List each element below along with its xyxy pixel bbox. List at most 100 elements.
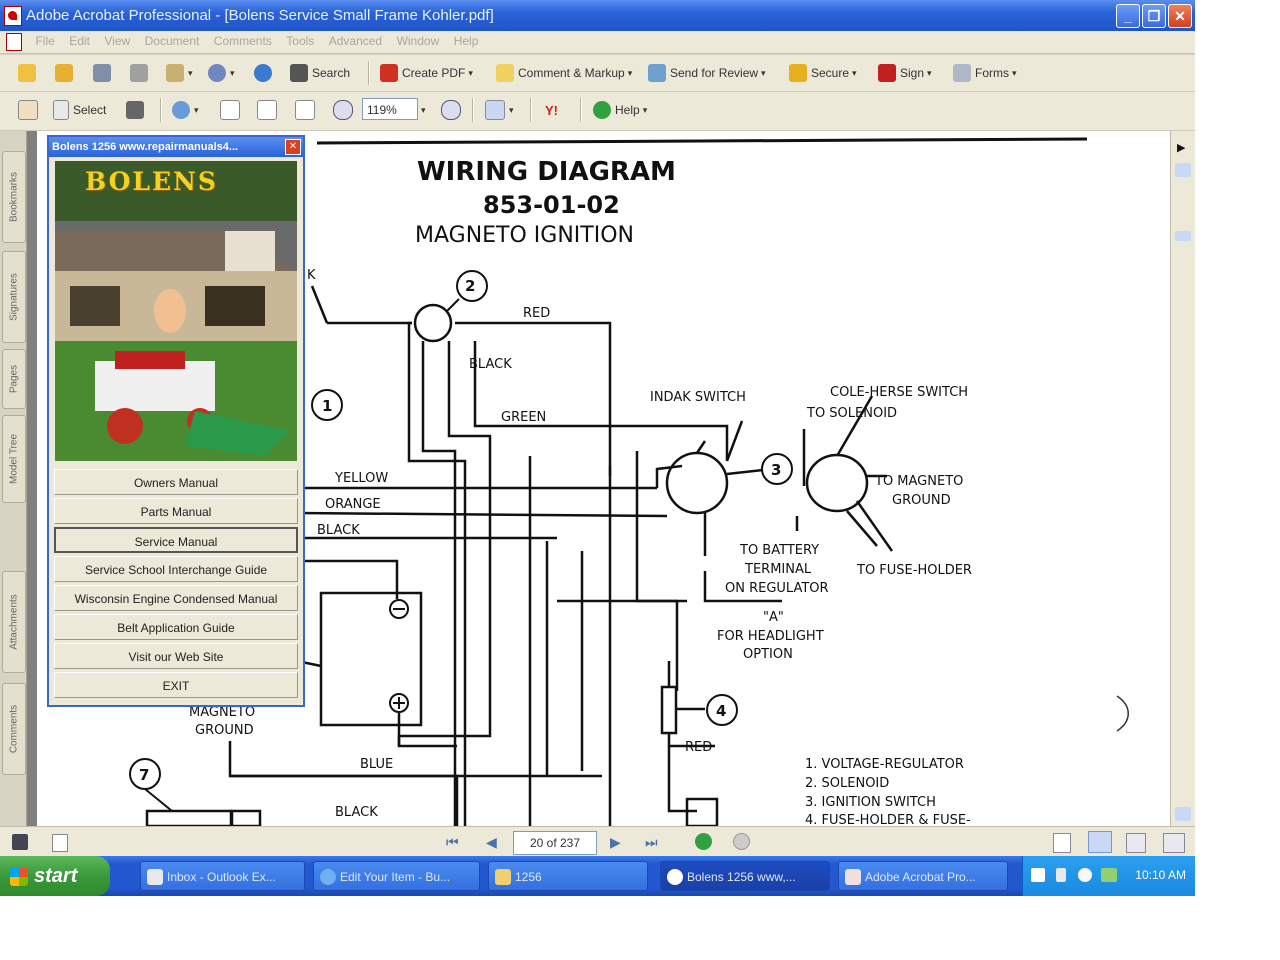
diagram-title: WIRING DIAGRAM [417, 157, 676, 187]
save-button[interactable] [93, 62, 115, 84]
visit-web-site-button[interactable]: Visit our Web Site [54, 643, 298, 669]
zoom-tool-button[interactable]: ▾ [172, 99, 199, 121]
scroll-up-icon[interactable] [1175, 163, 1191, 177]
menu-tools[interactable]: Tools [281, 31, 319, 48]
windows-taskbar: start Inbox - Outlook Ex... Edit Your It… [0, 856, 1195, 896]
wisconsin-engine-manual-button[interactable]: Wisconsin Engine Condensed Manual [54, 585, 298, 611]
scroll-down-icon[interactable] [1175, 807, 1191, 821]
task-bolens[interactable]: Bolens 1256 www,... [660, 861, 830, 891]
search-button[interactable]: Search [290, 62, 350, 84]
internet-explorer-icon [320, 869, 336, 885]
open-button[interactable] [18, 62, 40, 84]
label-option: OPTION [743, 647, 793, 662]
panel-expand-icon[interactable]: ▶ [1177, 141, 1185, 154]
zoom-out-button[interactable] [333, 99, 357, 121]
service-school-guide-button[interactable]: Service School Interchange Guide [54, 556, 298, 582]
zoom-in-button[interactable] [441, 99, 465, 121]
service-manual-button[interactable]: Service Manual [54, 527, 298, 553]
popup-close-button[interactable]: ✕ [285, 139, 301, 155]
task-acrobat[interactable]: Adobe Acrobat Pro... [838, 861, 1008, 891]
minimize-button[interactable]: _ [1116, 4, 1140, 28]
owners-manual-button[interactable]: Owners Manual [54, 469, 298, 495]
page-number-field[interactable]: 20 of 237 [513, 831, 597, 855]
menu-comments[interactable]: Comments [209, 31, 277, 48]
first-page-icon[interactable]: ⏮ [446, 834, 459, 851]
next-page-icon[interactable]: ▶ [610, 834, 621, 851]
last-page-icon[interactable]: ⏭ [645, 834, 658, 851]
legend-item-2: 2. SOLENOID [805, 776, 890, 791]
secure-button[interactable]: Secure ▾ [789, 62, 857, 84]
task-folder-1256[interactable]: 1256 [488, 861, 648, 891]
belt-application-guide-button[interactable]: Belt Application Guide [54, 614, 298, 640]
yahoo-button[interactable]: Y! [545, 99, 558, 121]
help-tray-icon[interactable] [1031, 868, 1045, 882]
previous-page-icon[interactable]: ◀ [486, 834, 497, 851]
tab-bookmarks[interactable]: Bookmarks [2, 151, 26, 243]
tab-model-tree[interactable]: Model Tree [2, 415, 26, 503]
menu-document[interactable]: Document [140, 31, 205, 48]
vertical-scrollbar[interactable]: ▶ [1170, 131, 1195, 826]
facing-icon[interactable] [1126, 833, 1146, 853]
label-red-fuse: RED [685, 740, 713, 755]
select-tool-button[interactable]: Select [53, 99, 106, 121]
parts-manual-button[interactable]: Parts Manual [54, 498, 298, 524]
tab-signatures[interactable]: Signatures [2, 251, 26, 343]
forms-icon [953, 64, 971, 82]
sign-button[interactable]: Sign ▾ [878, 62, 932, 84]
title-bar: Adobe Acrobat Professional - [Bolens Ser… [0, 0, 1195, 31]
network-tray-icon[interactable] [1056, 868, 1066, 882]
zoom-dropdown[interactable]: ▾ [421, 99, 426, 121]
web-button[interactable] [254, 62, 276, 84]
restore-button[interactable]: ❐ [1142, 4, 1166, 28]
close-button[interactable]: ✕ [1168, 4, 1192, 28]
bolens-app-icon [667, 869, 683, 885]
task-outlook[interactable]: Inbox - Outlook Ex... [140, 861, 305, 891]
save-status-icon[interactable] [12, 834, 28, 850]
forms-button[interactable]: Forms ▾ [953, 62, 1017, 84]
continuous-icon[interactable] [1088, 831, 1112, 853]
bolens-logo: BOLENS [85, 167, 218, 196]
page-size-icon[interactable] [52, 834, 68, 852]
menu-help[interactable]: Help [449, 31, 484, 48]
next-view-icon[interactable] [733, 833, 750, 850]
organizer-button[interactable] [55, 62, 77, 84]
rotate-button[interactable]: ▾ [485, 99, 514, 121]
menu-window[interactable]: Window [392, 31, 445, 48]
print-button[interactable] [130, 62, 152, 84]
menu-view[interactable]: View [99, 31, 135, 48]
tab-pages[interactable]: Pages [2, 349, 26, 409]
task-edit-item[interactable]: Edit Your Item - Bu... [313, 861, 480, 891]
continuous-facing-icon[interactable] [1163, 833, 1185, 853]
comment-markup-button[interactable]: Comment & Markup ▾ [496, 62, 632, 84]
attach-button[interactable]: ▾ [208, 62, 235, 84]
scroll-thumb[interactable] [1175, 231, 1191, 241]
zoom-level-field[interactable]: 119% [362, 98, 418, 120]
exit-button[interactable]: EXIT [54, 672, 298, 698]
label-option-a: "A" [763, 610, 784, 625]
menu-advanced[interactable]: Advanced [324, 31, 387, 48]
volume-tray-icon[interactable] [1078, 868, 1092, 882]
hand-tool-button[interactable] [18, 99, 42, 121]
tab-comments[interactable]: Comments [2, 683, 26, 775]
label-black-bottom: BLACK [335, 805, 378, 820]
tab-attachments[interactable]: Attachments [2, 571, 26, 673]
connection-tray-icon[interactable] [1101, 868, 1117, 882]
fit-page-button[interactable] [257, 99, 281, 121]
email-button[interactable]: ▾ [166, 62, 193, 84]
previous-view-icon[interactable] [695, 833, 712, 850]
start-button[interactable]: start [0, 856, 110, 896]
menu-edit[interactable]: Edit [64, 31, 95, 48]
snapshot-button[interactable] [126, 99, 148, 121]
help-button[interactable]: Help ▾ [593, 99, 647, 121]
fit-width-button[interactable] [295, 99, 319, 121]
actual-size-button[interactable] [220, 99, 244, 121]
folder-icon [495, 869, 511, 885]
send-review-button[interactable]: Send for Review ▾ [648, 62, 766, 84]
single-page-icon[interactable] [1053, 833, 1071, 853]
label-on-regulator: ON REGULATOR [725, 581, 829, 596]
menu-file[interactable]: File [30, 31, 59, 48]
window-title: Adobe Acrobat Professional - [Bolens Ser… [26, 7, 494, 24]
callout-2: 2 [465, 277, 476, 295]
create-pdf-button[interactable]: Create PDF ▾ [380, 62, 473, 84]
taskbar-clock: 10:10 AM [1135, 868, 1186, 882]
